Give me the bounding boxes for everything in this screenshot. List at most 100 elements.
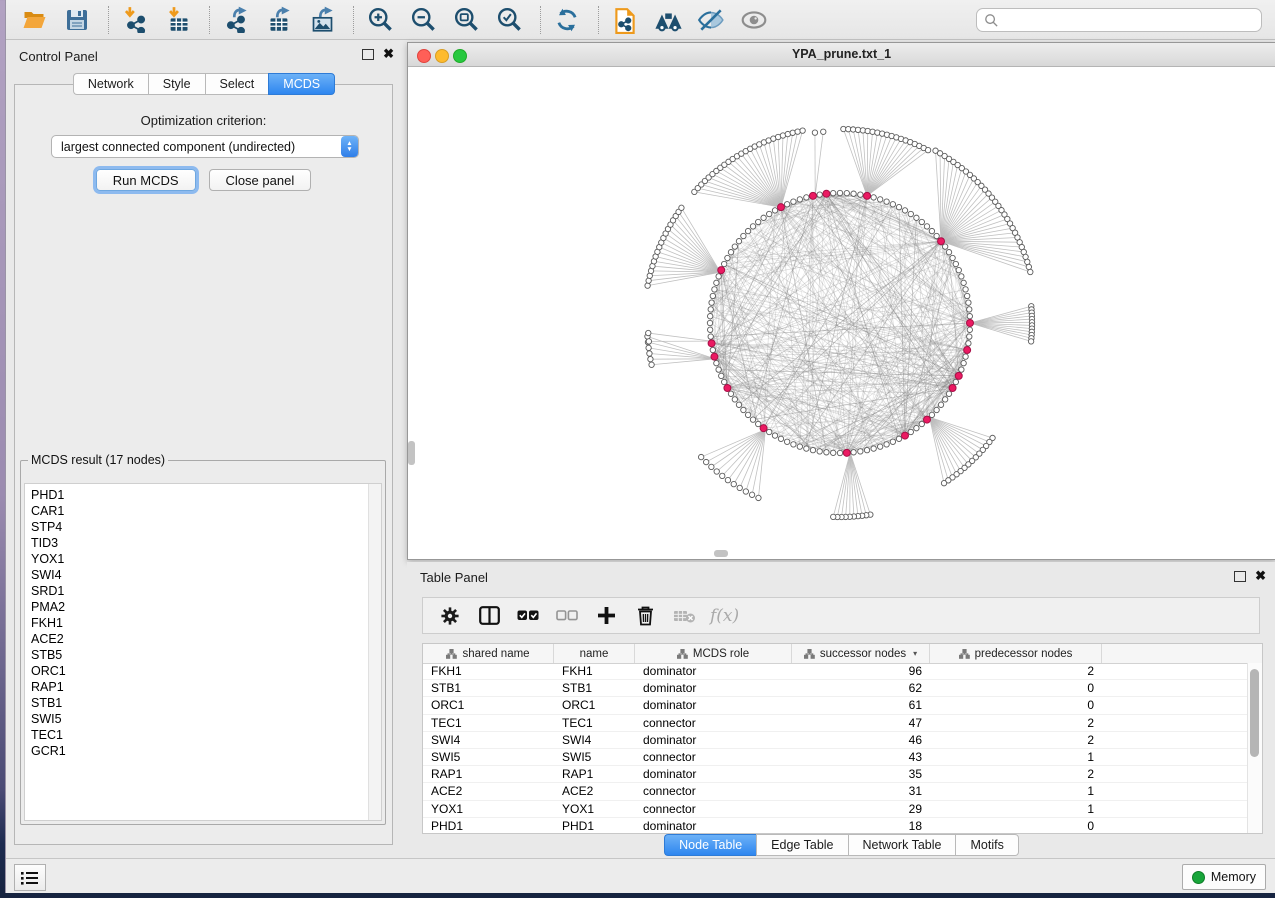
- visibility-off-button[interactable]: [695, 4, 727, 36]
- graph-node[interactable]: [908, 429, 913, 434]
- export-network-button[interactable]: [220, 4, 252, 36]
- graph-node[interactable]: [648, 356, 653, 361]
- mcds-hub-node[interactable]: [902, 432, 909, 439]
- graph-node[interactable]: [720, 473, 725, 478]
- graph-node[interactable]: [890, 202, 895, 207]
- graph-node[interactable]: [964, 293, 969, 298]
- graph-node[interactable]: [646, 339, 651, 344]
- graph-node[interactable]: [736, 238, 741, 243]
- tab-motifs[interactable]: Motifs: [955, 834, 1018, 856]
- zoom-selected-button[interactable]: [493, 4, 525, 36]
- mcds-hub-node[interactable]: [708, 340, 715, 347]
- column-header-predecessor-nodes[interactable]: predecessor nodes: [930, 644, 1102, 663]
- tab-mcds[interactable]: MCDS: [268, 73, 335, 95]
- graph-node[interactable]: [817, 449, 822, 454]
- select-all-button[interactable]: [515, 603, 541, 629]
- graph-node[interactable]: [728, 249, 733, 254]
- graph-node[interactable]: [725, 477, 730, 482]
- mcds-hub-node[interactable]: [923, 416, 930, 423]
- graph-node[interactable]: [831, 514, 836, 519]
- graph-node[interactable]: [784, 202, 789, 207]
- graph-node[interactable]: [797, 444, 802, 449]
- graph-node[interactable]: [941, 480, 946, 485]
- graph-node[interactable]: [804, 446, 809, 451]
- zoom-out-button[interactable]: [407, 4, 439, 36]
- graph-node[interactable]: [942, 397, 947, 402]
- graph-node[interactable]: [1028, 269, 1033, 274]
- table-scrollbar[interactable]: [1247, 663, 1262, 833]
- graph-node[interactable]: [844, 190, 849, 195]
- export-table-button[interactable]: [263, 4, 295, 36]
- mcds-hub-node[interactable]: [949, 385, 956, 392]
- run-mcds-button[interactable]: Run MCDS: [96, 169, 196, 191]
- graph-node[interactable]: [766, 211, 771, 216]
- graph-node[interactable]: [709, 464, 714, 469]
- graph-node[interactable]: [707, 327, 712, 332]
- graph-node[interactable]: [858, 192, 863, 197]
- graph-node[interactable]: [778, 436, 783, 441]
- graph-node[interactable]: [953, 261, 958, 266]
- h-scrollbar-thumb[interactable]: [714, 550, 728, 557]
- graph-node[interactable]: [736, 402, 741, 407]
- graph-node[interactable]: [708, 334, 713, 339]
- close-panel-icon[interactable]: ✖: [383, 46, 394, 62]
- graph-node[interactable]: [743, 489, 748, 494]
- result-list-scrollbar[interactable]: [368, 484, 381, 820]
- mcds-hub-node[interactable]: [711, 353, 718, 360]
- mcds-hub-node[interactable]: [955, 372, 962, 379]
- column-header-successor-nodes[interactable]: successor nodes▾: [792, 644, 930, 663]
- graph-node[interactable]: [871, 446, 876, 451]
- graph-node[interactable]: [908, 211, 913, 216]
- binoculars-button[interactable]: [652, 4, 684, 36]
- result-item[interactable]: RAP1: [25, 679, 381, 695]
- graph-node[interactable]: [1025, 259, 1030, 264]
- table-row[interactable]: SWI4SWI4dominator462: [423, 732, 1248, 749]
- graph-node[interactable]: [795, 129, 800, 134]
- search-input[interactable]: [976, 8, 1262, 32]
- graph-node[interactable]: [750, 417, 755, 422]
- network-graph[interactable]: [408, 67, 1275, 559]
- trash-button[interactable]: [632, 603, 658, 629]
- columns-button[interactable]: [476, 603, 502, 629]
- graph-node[interactable]: [830, 450, 835, 455]
- graph-node[interactable]: [902, 208, 907, 213]
- open-folder-button[interactable]: [18, 4, 50, 36]
- graph-node[interactable]: [732, 397, 737, 402]
- graph-node[interactable]: [741, 407, 746, 412]
- table-row[interactable]: YOX1YOX1connector291: [423, 801, 1248, 818]
- graph-node[interactable]: [871, 195, 876, 200]
- graph-node[interactable]: [884, 442, 889, 447]
- table-row[interactable]: TEC1TEC1connector472: [423, 715, 1248, 732]
- graph-node[interactable]: [824, 450, 829, 455]
- column-header-MCDS-role[interactable]: MCDS role: [635, 644, 792, 663]
- close-panel-button[interactable]: Close panel: [209, 169, 312, 191]
- zoom-in-button[interactable]: [364, 4, 396, 36]
- result-item[interactable]: STB5: [25, 647, 381, 663]
- result-item[interactable]: TID3: [25, 535, 381, 551]
- memory-button[interactable]: Memory: [1182, 864, 1266, 890]
- mcds-hub-node[interactable]: [718, 267, 725, 274]
- graph-node[interactable]: [791, 442, 796, 447]
- function-builder-button[interactable]: f(x): [710, 606, 739, 626]
- graph-node[interactable]: [946, 391, 951, 396]
- graph-node[interactable]: [698, 454, 703, 459]
- graph-node[interactable]: [716, 367, 721, 372]
- graph-node[interactable]: [712, 287, 717, 292]
- graph-node[interactable]: [961, 280, 966, 285]
- graph-node[interactable]: [721, 379, 726, 384]
- result-item[interactable]: ACE2: [25, 631, 381, 647]
- graph-node[interactable]: [877, 197, 882, 202]
- graph-node[interactable]: [956, 267, 961, 272]
- mcds-hub-node[interactable]: [760, 425, 767, 432]
- table-row[interactable]: FKH1FKH1dominator962: [423, 663, 1248, 680]
- graph-node[interactable]: [925, 147, 930, 152]
- graph-node[interactable]: [858, 449, 863, 454]
- table-row[interactable]: STB1STB1dominator620: [423, 680, 1248, 697]
- import-table-button[interactable]: [162, 4, 194, 36]
- graph-node[interactable]: [821, 129, 826, 134]
- result-item[interactable]: CAR1: [25, 503, 381, 519]
- graph-node[interactable]: [703, 459, 708, 464]
- result-item[interactable]: GCR1: [25, 743, 381, 759]
- import-network-button[interactable]: [119, 4, 151, 36]
- graph-node[interactable]: [646, 330, 651, 335]
